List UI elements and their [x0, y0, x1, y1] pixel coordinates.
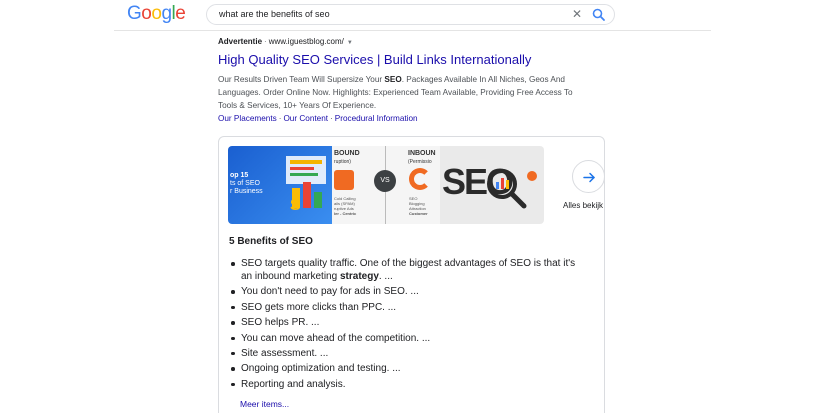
image-caption: (Permissio	[408, 159, 432, 165]
ad-result: Advertentie · www.iguestblog.com/▼ High Qu…	[218, 36, 598, 125]
ad-meta: Advertentie · www.iguestblog.com/▼	[218, 36, 598, 49]
megaphone-icon	[334, 170, 354, 190]
logo-letter: g	[161, 3, 172, 24]
carousel-image-2[interactable]: BOUND ruption) Cold Calling ails (SPAM) …	[332, 146, 440, 224]
list-item: Reporting and analysis.	[229, 378, 589, 391]
benefits-list: SEO targets quality traffic. One of the …	[229, 257, 589, 393]
search-header: Google what are the benefits of seo ✕	[0, 0, 826, 31]
image-caption: r Business	[230, 188, 263, 195]
vs-badge: VS	[374, 170, 396, 192]
logo-letter: G	[127, 3, 142, 24]
ad-title-link[interactable]: High Quality SEO Services | Build Links …	[218, 52, 598, 68]
sitelink-procedural-info[interactable]: Procedural Information	[335, 114, 418, 123]
list-item: Site assessment. ...	[229, 347, 589, 360]
image-caption: op 15	[230, 172, 249, 179]
search-query[interactable]: what are the benefits of seo	[219, 9, 330, 19]
see-all-images-link[interactable]: Alles bekijk	[563, 201, 603, 210]
magnet-icon	[409, 168, 431, 190]
caret-down-icon[interactable]: ▼	[347, 40, 353, 46]
ad-url[interactable]: www.iguestblog.com/	[269, 37, 344, 46]
separator: ·	[264, 37, 267, 46]
logo-letter: o	[151, 3, 162, 24]
separator: ·	[278, 114, 282, 123]
header-divider	[114, 30, 711, 31]
list-item: SEO helps PR. ...	[229, 316, 589, 329]
list-item: Ongoing optimization and testing. ...	[229, 362, 589, 375]
more-items-link[interactable]: Meer items...	[240, 399, 289, 409]
snippet-title: 5 Benefits of SEO	[229, 236, 313, 247]
list-item-text: SEO targets quality traffic. One of the …	[241, 258, 576, 282]
image-caption: INBOUN	[408, 150, 436, 157]
ad-desc-bold: SEO	[384, 75, 402, 84]
search-input[interactable]: what are the benefits of seo ✕	[206, 4, 615, 25]
image-caption: ruption)	[334, 159, 351, 165]
sitelink-placements[interactable]: Our Placements	[218, 114, 277, 123]
image-caption: ler - Centric	[334, 211, 357, 216]
carousel-image-3[interactable]: SEO	[440, 146, 544, 224]
ad-sitelinks: Our Placements · Our Content · Procedural In…	[218, 113, 598, 125]
image-carousel: S op 15 ts of SEO r Business BOUND rupti…	[228, 146, 544, 224]
ad-label: Advertentie	[218, 37, 263, 46]
carousel-image-1[interactable]: S op 15 ts of SEO r Business	[228, 146, 332, 224]
sitelink-content[interactable]: Our Content	[283, 114, 328, 123]
google-logo[interactable]: Google	[127, 3, 186, 25]
featured-snippet-card: S op 15 ts of SEO r Business BOUND rupti…	[218, 136, 605, 413]
carousel-next-button[interactable]	[572, 160, 605, 193]
list-item: You can move ahead of the competition. .…	[229, 332, 589, 345]
image-caption: ts of SEO	[230, 180, 260, 187]
list-item: SEO gets more clicks than PPC. ...	[229, 301, 589, 314]
list-item-bold: strategy	[339, 271, 379, 282]
magnifier-graphic	[487, 169, 537, 209]
image-caption: Customer	[409, 211, 428, 216]
svg-text:S: S	[290, 197, 301, 214]
list-item: You don't need to pay for ads in SEO. ..…	[229, 285, 589, 298]
close-icon[interactable]: ✕	[570, 7, 584, 21]
arrow-right-icon	[583, 172, 595, 183]
list-item-text: . ...	[378, 271, 393, 282]
logo-letter: o	[141, 3, 152, 24]
magnifier-icon[interactable]	[591, 7, 607, 23]
image-caption: BOUND	[334, 150, 360, 157]
list-item: SEO targets quality traffic. One of the …	[229, 257, 589, 283]
ad-description: Our Results Driven Team Will Supersize Y…	[218, 73, 590, 112]
ad-desc-text: Our Results Driven Team Will Supersize Y…	[218, 75, 385, 84]
logo-letter: e	[175, 3, 186, 24]
separator: ·	[330, 114, 333, 123]
